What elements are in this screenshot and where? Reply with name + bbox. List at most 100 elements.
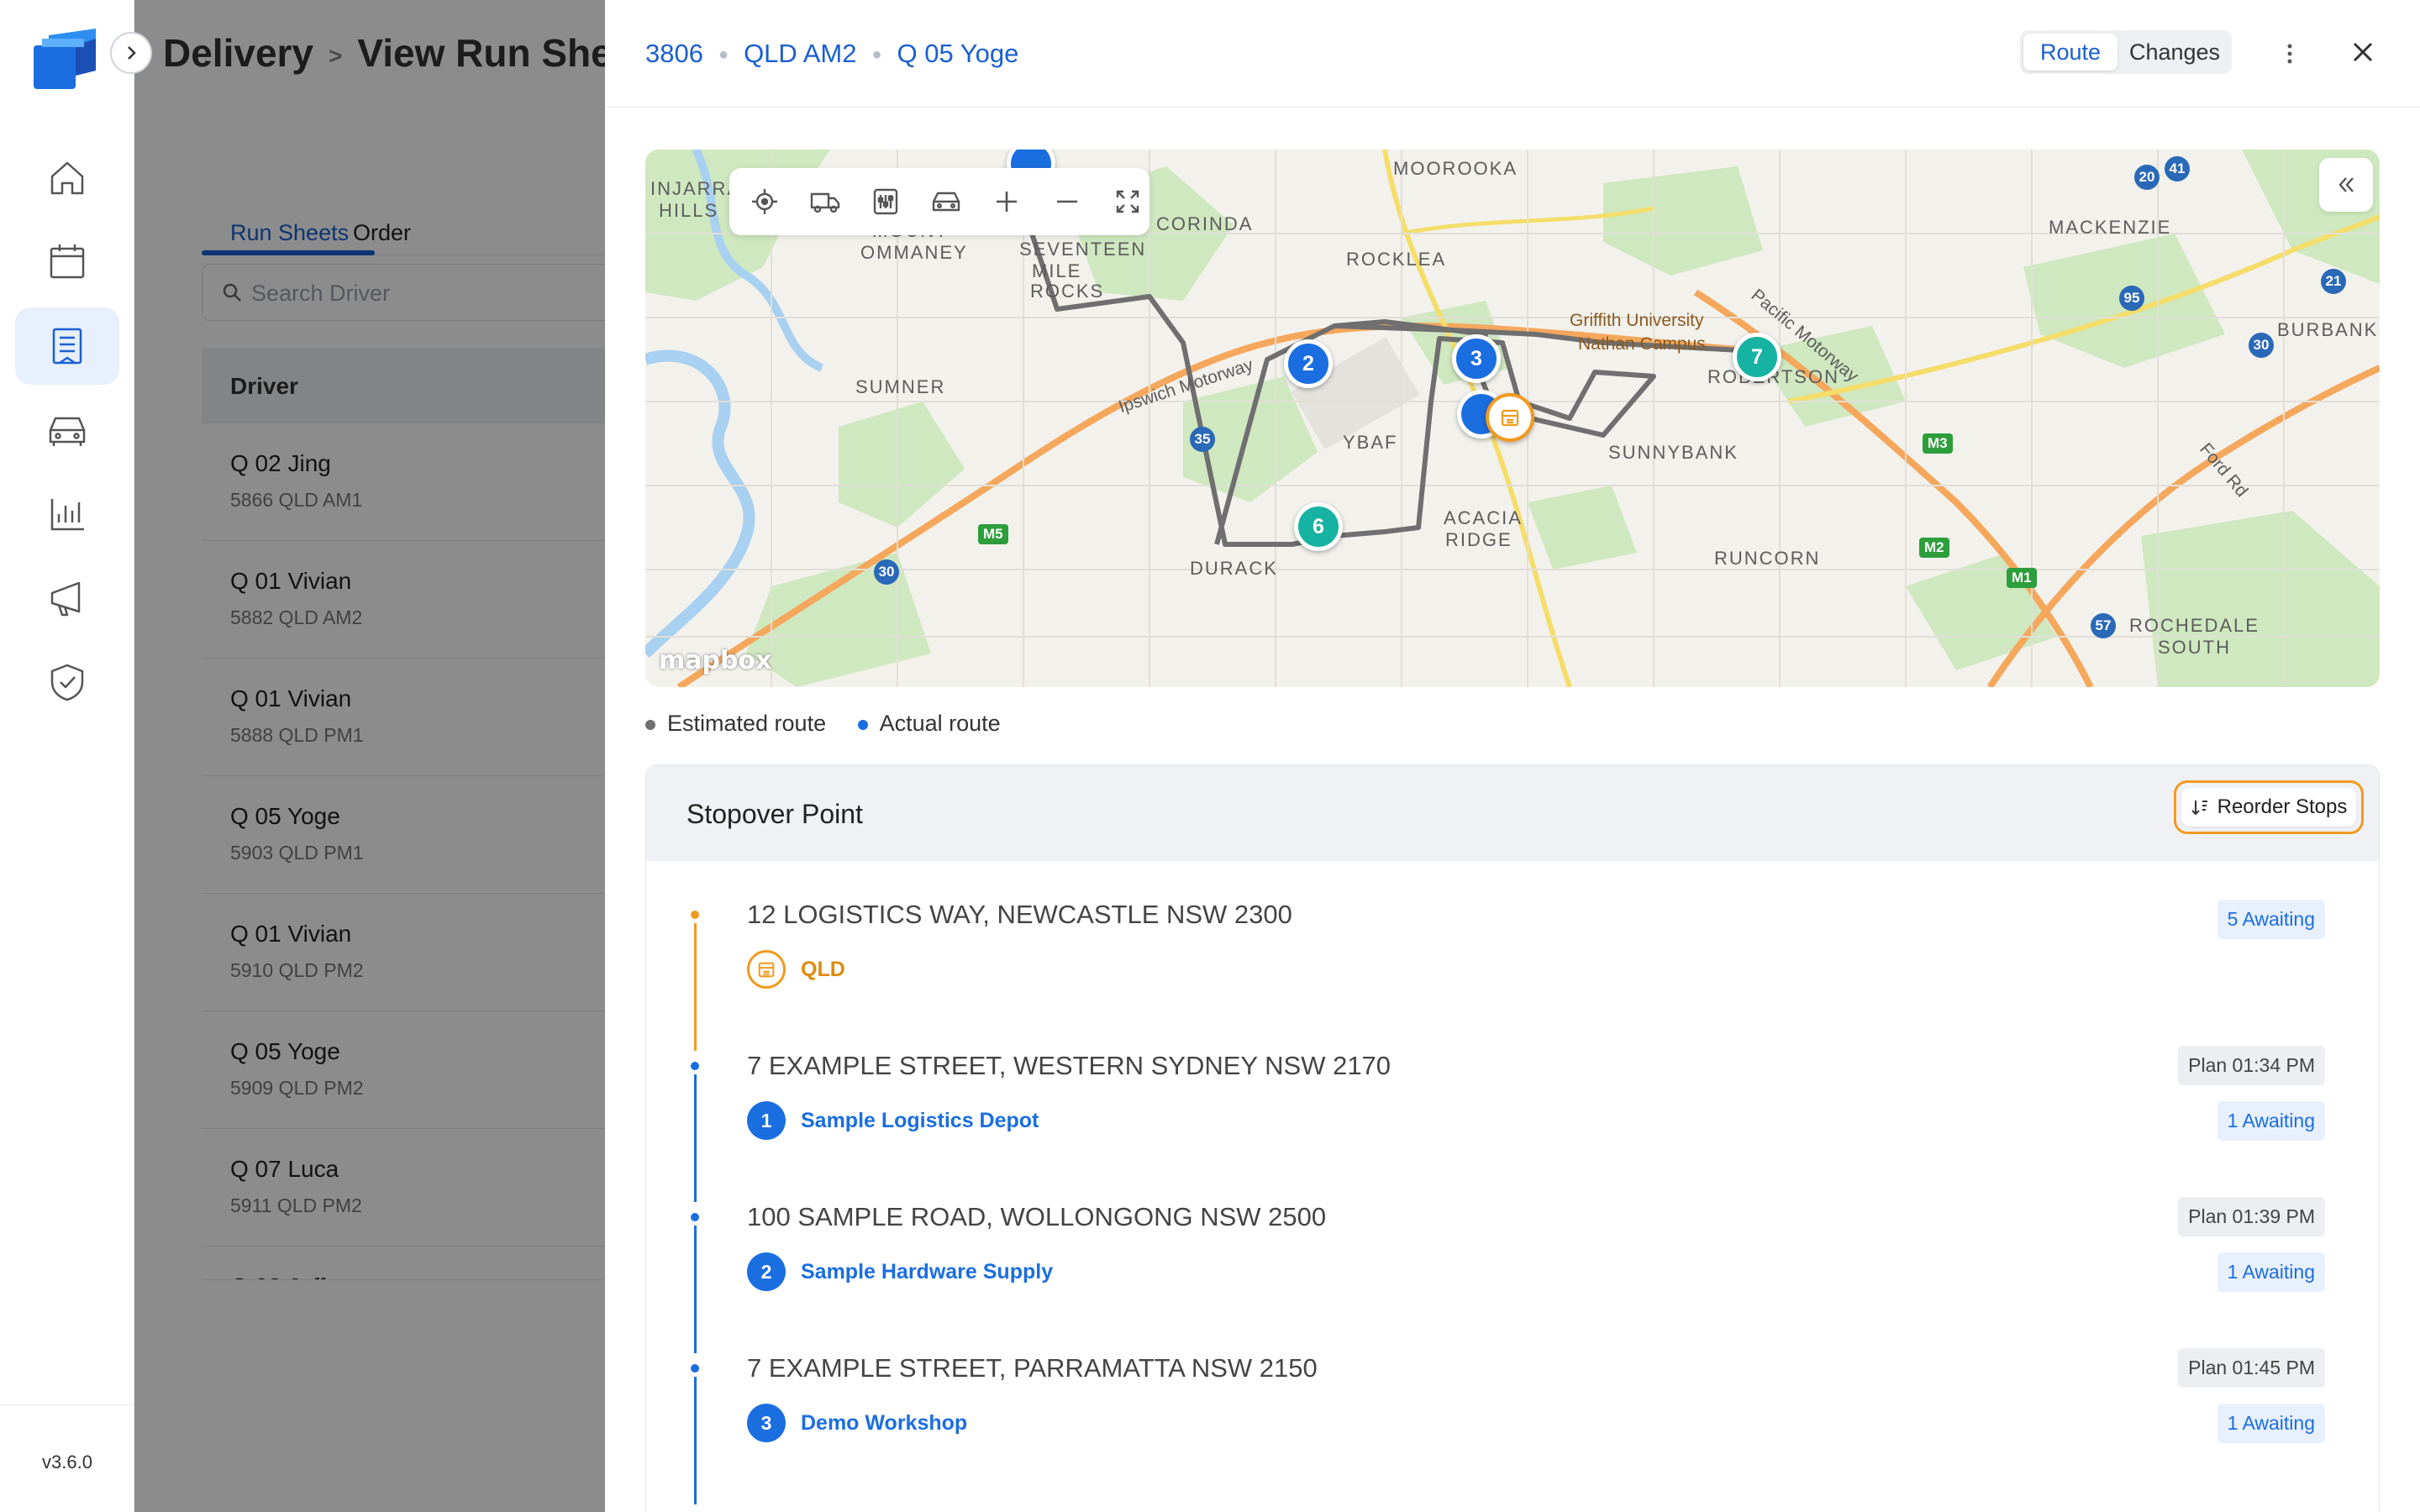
map-label: OMMANEY <box>860 242 968 263</box>
stop-address: 7 EXAMPLE STREET, PARRAMATTA NSW 2150 <box>747 1353 1318 1383</box>
timeline-line <box>694 1377 697 1504</box>
shield-check-icon <box>50 664 84 701</box>
map-label: RUNCORN <box>1714 548 1821 569</box>
car-icon <box>49 417 86 446</box>
stop-name[interactable]: Sample Hardware Supply <box>801 1260 1053 1284</box>
map-label: MOOROOKA <box>1393 158 1518 179</box>
nav-vehicles[interactable] <box>15 391 119 469</box>
toggle-route[interactable]: Route <box>2023 34 2118 71</box>
nav-calendar[interactable] <box>15 223 119 300</box>
nav-run-sheets[interactable] <box>15 307 119 385</box>
map-stop-pin[interactable]: 3 <box>1452 334 1501 383</box>
stop-item[interactable]: 100 SAMPLE ROAD, WOLLONGONG NSW 2500 2 S… <box>646 1197 2379 1353</box>
actual-route-marker <box>857 719 868 730</box>
filter-button[interactable] <box>869 185 902 218</box>
modal-overlay[interactable] <box>134 0 605 1512</box>
map-toolbar <box>729 168 1150 235</box>
stop-item[interactable]: 12 LOGISTICS WAY, NEWCASTLE NSW 2300 QLD… <box>646 900 2379 1051</box>
fullscreen-icon <box>1116 190 1139 213</box>
crumb-run-name[interactable]: QLD AM2 <box>744 39 856 68</box>
calendar-icon <box>50 244 85 279</box>
depot-badge <box>747 950 786 989</box>
plan-time-badge: Plan 01:34 PM <box>2178 1046 2325 1085</box>
map-depot-pin[interactable] <box>1486 393 1534 442</box>
view-toggle: Route Changes <box>2020 30 2232 74</box>
stop-detail: QLD <box>747 950 845 989</box>
mapbox-attribution: mapbox <box>659 646 772 675</box>
road-shield: 21 <box>2321 269 2346 294</box>
more-options-button[interactable] <box>2277 37 2302 71</box>
plan-time-badge: Plan 01:39 PM <box>2178 1197 2325 1236</box>
crumb-driver[interactable]: Q 05 Yoge <box>897 39 1019 68</box>
map-stop-pin[interactable]: 7 <box>1733 333 1781 381</box>
nav-home[interactable] <box>15 139 119 217</box>
vehicle-button[interactable] <box>808 185 842 218</box>
map-label: ROCKS <box>1030 281 1105 302</box>
store-icon <box>758 962 775 978</box>
awaiting-badge: 5 Awaiting <box>2217 900 2325 939</box>
stop-item[interactable]: 7 EXAMPLE STREET, WESTERN SYDNEY NSW 217… <box>646 1046 2379 1202</box>
nav-compliance[interactable] <box>15 643 119 721</box>
app-version: v3.6.0 <box>42 1452 92 1473</box>
reorder-stops-button[interactable]: Reorder Stops <box>2174 780 2364 834</box>
plan-time-badge: Plan 01:45 PM <box>2178 1348 2325 1388</box>
map-label: ROCHEDALE <box>2129 615 2260 636</box>
chevron-double-left-icon <box>2338 177 2354 192</box>
map-label: SUMNER <box>855 376 946 397</box>
megaphone-icon <box>50 581 81 617</box>
stopover-title: Stopover Point <box>687 799 863 829</box>
road-shield: 35 <box>1190 427 1215 452</box>
car-view-button[interactable] <box>929 185 963 218</box>
crumb-run-id[interactable]: 3806 <box>645 39 703 68</box>
locate-button[interactable] <box>748 185 781 218</box>
road-shield: M2 <box>1919 538 1949 558</box>
nav-announcements[interactable] <box>15 559 119 637</box>
close-icon[interactable] <box>2346 35 2380 69</box>
legend-estimated: Estimated route <box>667 711 827 736</box>
map-label: ROCKLEA <box>1346 249 1447 270</box>
stopover-panel: Stopover Point Reorder Stops 12 LOGISTIC… <box>645 764 2380 1512</box>
road-shield: 41 <box>2165 156 2190 181</box>
route-map[interactable]: MOOROOKA ROCKLEA CORINDA SEVENTEEN MILE … <box>645 150 2380 687</box>
more-vertical-icon <box>2287 44 2292 64</box>
fullscreen-button[interactable] <box>1111 185 1144 218</box>
map-label: SUNNYBANK <box>1608 442 1739 463</box>
map-label: HILLS <box>659 200 719 221</box>
sliders-icon <box>873 188 898 215</box>
map-stop-pin[interactable]: 6 <box>1294 502 1343 551</box>
truck-icon <box>810 192 840 213</box>
minus-icon <box>1057 200 1077 203</box>
zoom-out-button[interactable] <box>1050 185 1084 218</box>
zoom-in-button[interactable] <box>990 185 1023 218</box>
stop-item[interactable]: 7 EXAMPLE STREET, PARRAMATTA NSW 2150 3 … <box>646 1348 2379 1504</box>
road-shield: 57 <box>2091 613 2116 638</box>
map-stop-pin[interactable]: 2 <box>1284 339 1333 388</box>
road-shield: 30 <box>2249 333 2274 358</box>
toggle-changes[interactable]: Changes <box>2121 34 2228 71</box>
stop-name[interactable]: QLD <box>801 958 845 982</box>
timeline-line <box>694 1074 697 1202</box>
app-logo[interactable] <box>30 22 104 96</box>
timeline-dot <box>688 1362 702 1375</box>
map-label: Nathan Campus <box>1578 334 1706 354</box>
map-label: ACACIA <box>1444 507 1523 528</box>
stop-number: 2 <box>747 1252 786 1291</box>
route-drawer: 3806 ● QLD AM2 ● Q 05 Yoge Route Changes <box>605 0 2420 1512</box>
store-icon <box>1501 409 1519 427</box>
nav-reports[interactable] <box>15 475 119 553</box>
awaiting-badge: 1 Awaiting <box>2217 1252 2325 1292</box>
road-shield: 30 <box>874 559 899 585</box>
estimated-route-marker <box>645 719 655 730</box>
stopover-header: Stopover Point Reorder Stops <box>646 765 2379 861</box>
timeline-dot <box>688 1210 702 1224</box>
crumb-dot: ● <box>871 45 882 65</box>
plus-icon <box>997 192 1017 212</box>
stop-name[interactable]: Sample Logistics Depot <box>801 1109 1039 1133</box>
expand-sidebar-button[interactable] <box>110 32 152 74</box>
map-label: BURBANK <box>2277 319 2379 340</box>
collapse-map-button[interactable] <box>2319 158 2373 212</box>
drawer-header: 3806 ● QLD AM2 ● Q 05 Yoge Route Changes <box>605 0 2420 108</box>
stop-name[interactable]: Demo Workshop <box>801 1411 967 1436</box>
rail-divider <box>0 1404 134 1405</box>
reorder-stops-label: Reorder Stops <box>2217 795 2348 818</box>
